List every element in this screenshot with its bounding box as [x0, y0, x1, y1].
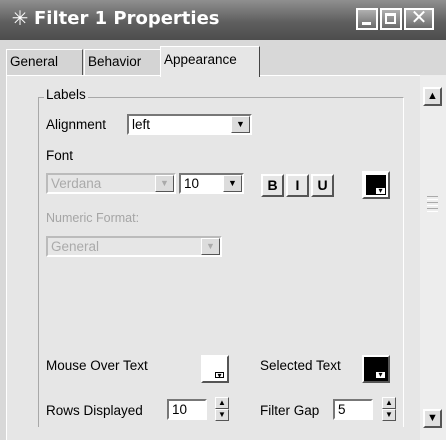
selected-text-color-button[interactable]: ▾: [362, 355, 390, 383]
chevron-down-icon: ▾: [215, 372, 224, 380]
chevron-down-icon[interactable]: ▼: [201, 238, 220, 255]
stepper-up-icon[interactable]: ▲: [382, 397, 396, 409]
underline-button[interactable]: U: [311, 174, 334, 197]
stepper-up-icon[interactable]: ▲: [215, 397, 229, 409]
rows-displayed-stepper[interactable]: ▲ ▼: [215, 397, 229, 421]
font-value: Verdana: [51, 176, 102, 191]
numeric-format-select[interactable]: General ▼: [46, 236, 222, 257]
tab-behavior[interactable]: Behavior: [84, 49, 161, 75]
numeric-format-label: Numeric Format:: [46, 211, 140, 225]
chevron-down-icon[interactable]: ▼: [231, 116, 250, 133]
font-label: Font: [46, 148, 74, 163]
bold-button[interactable]: B: [261, 174, 284, 197]
minimize-button[interactable]: [356, 8, 378, 30]
asterisk-icon: ✳: [11, 8, 29, 30]
filter-gap-value: 5: [338, 402, 346, 417]
close-icon: ✕: [410, 7, 428, 29]
stepper-down-icon[interactable]: ▼: [215, 409, 229, 421]
tab-appearance[interactable]: Appearance: [160, 46, 260, 77]
stepper-down-icon[interactable]: ▼: [382, 409, 396, 421]
scrollbar-thumb[interactable]: [425, 194, 440, 214]
tab-general[interactable]: General: [6, 49, 83, 75]
italic-button[interactable]: I: [286, 174, 309, 197]
chevron-down-icon: ▾: [376, 187, 385, 195]
mouse-over-text-label: Mouse Over Text: [46, 358, 148, 373]
font-color-button[interactable]: ▾: [362, 171, 390, 199]
numeric-format-value: General: [51, 239, 100, 254]
font-select[interactable]: Verdana ▼: [46, 173, 176, 194]
font-size-value: 10: [184, 176, 200, 191]
vertical-scrollbar[interactable]: [420, 75, 446, 440]
maximize-button[interactable]: [380, 8, 402, 30]
labels-group-legend: Labels: [44, 87, 88, 102]
window-title: Filter 1 Properties: [34, 8, 220, 29]
filter-gap-input[interactable]: 5: [333, 399, 373, 420]
rows-displayed-value: 10: [172, 402, 188, 417]
selected-text-label: Selected Text: [260, 358, 341, 373]
rows-displayed-label: Rows Displayed: [46, 403, 143, 418]
chevron-down-icon: ▾: [376, 371, 385, 379]
scroll-up-icon[interactable]: ▲: [423, 87, 442, 106]
filter-gap-stepper[interactable]: ▲ ▼: [382, 397, 396, 421]
alignment-select[interactable]: left ▼: [127, 114, 252, 135]
filter-gap-label: Filter Gap: [260, 403, 320, 418]
mouse-over-color-button[interactable]: ▾: [201, 355, 229, 383]
scroll-down-icon[interactable]: ▼: [423, 409, 442, 428]
rows-displayed-input[interactable]: 10: [167, 399, 207, 420]
chevron-down-icon[interactable]: ▼: [223, 175, 242, 192]
close-button[interactable]: ✕: [404, 8, 434, 30]
font-size-select[interactable]: 10 ▼: [179, 173, 244, 194]
chevron-down-icon[interactable]: ▼: [155, 175, 174, 192]
alignment-value: left: [132, 117, 151, 132]
alignment-label: Alignment: [46, 117, 107, 132]
